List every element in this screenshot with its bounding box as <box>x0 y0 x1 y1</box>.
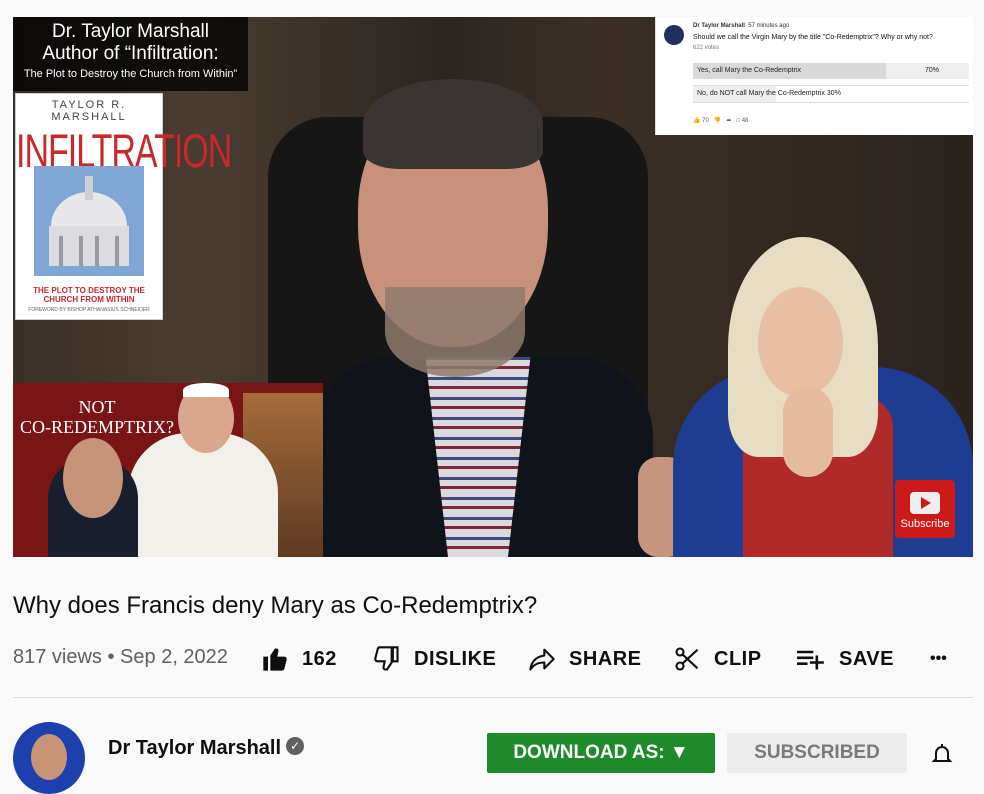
poll-option-no: No, do NOT call Mary the Co-Redemptrix 3… <box>693 85 969 103</box>
verified-badge-icon: ✓ <box>286 737 304 755</box>
channel-avatar-face <box>31 734 67 780</box>
presenter-beard <box>385 287 525 377</box>
pope-caption-line-2: CO-REDEMPTRIX? <box>20 417 174 437</box>
poll-time: 57 minutes ago <box>748 23 790 29</box>
poll-meta: Dr Taylor Marshall 57 minutes ago <box>693 23 789 29</box>
download-as-button[interactable]: DOWNLOAD AS: ▼ <box>487 733 715 773</box>
save-label: SAVE <box>839 647 894 670</box>
subscribe-watermark-label: Subscribe <box>900 518 950 530</box>
poll-option-yes: Yes, call Mary the Co-Redemptrix 70% <box>693 63 969 79</box>
video-title: Why does Francis deny Mary as Co-Redempt… <box>13 592 538 619</box>
inset-presenter-head <box>63 438 123 518</box>
scissors-icon <box>675 647 699 671</box>
channel-avatar[interactable] <box>13 722 85 794</box>
poll-avatar <box>664 25 684 45</box>
poll-comment-icon: □ <box>736 118 741 124</box>
like-button[interactable]: 162 <box>260 644 337 674</box>
book-author: TAYLOR R. MARSHALL <box>51 99 127 123</box>
poll-option-no-label: No, do NOT call Mary the Co-Redemptrix 3… <box>697 90 841 97</box>
promo-line-3: The Plot to Destroy the Church from With… <box>23 68 238 80</box>
poll-option-no-percent: 30% <box>826 90 841 97</box>
poll-like-icon: 👍 <box>693 118 701 124</box>
pope-caption: NOT CO-REDEMPTRIX? <box>17 397 177 437</box>
clip-label: CLIP <box>714 647 762 670</box>
pope-zucchetto <box>183 383 229 397</box>
poll-dislike-icon: 👎 <box>713 118 722 124</box>
book-foreword: FOREWORD BY BISHOP ATHANASIUS SCHNEIDER <box>28 307 150 313</box>
pope-inset: NOT CO-REDEMPTRIX? <box>13 383 323 557</box>
book-cover: TAYLOR R. MARSHALL INFILTRATION THE PLOT… <box>15 93 232 320</box>
play-icon <box>910 492 940 514</box>
subscribed-button[interactable]: SUBSCRIBED <box>727 733 907 773</box>
video-player[interactable]: Dr. Taylor Marshall Author of “Infiltrat… <box>13 17 973 557</box>
poll-question: Should we call the Virgin Mary by the ti… <box>693 34 933 41</box>
poll-share-icon: ➦ <box>726 118 732 124</box>
community-poll: Dr Taylor Marshall 57 minutes ago Should… <box>655 17 973 135</box>
share-icon <box>529 648 555 671</box>
clip-button[interactable]: CLIP <box>672 644 762 674</box>
like-count: 162 <box>302 647 337 670</box>
more-icon: ••• <box>930 650 947 667</box>
poll-option-yes-percent: 70% <box>924 67 939 74</box>
poll-comment-count: 48 <box>741 118 749 124</box>
pope-caption-line-1: NOT <box>78 397 116 417</box>
promo-line-1: Dr. Taylor Marshall <box>52 21 209 42</box>
channel-name[interactable]: Dr Taylor Marshall <box>108 737 281 760</box>
dislike-label: DISLIKE <box>414 647 497 670</box>
presenter-hair <box>363 79 543 169</box>
bell-icon[interactable] <box>930 742 954 766</box>
video-meta: 817 views • Sep 2, 2022 <box>13 646 228 668</box>
poll-option-yes-label: Yes, call Mary the Co-Redemptrix <box>697 67 802 74</box>
thumbs-up-icon <box>263 648 287 671</box>
playlist-add-icon <box>797 650 824 670</box>
more-actions-button[interactable]: ••• <box>930 644 947 674</box>
basilica-dome-image <box>34 166 144 276</box>
dislike-button[interactable]: DISLIKE <box>372 644 496 674</box>
poll-votes: 622 votes <box>693 45 720 51</box>
poll-option-no-text: No, do NOT call Mary the Co-Redemptrix <box>697 90 825 97</box>
subscribe-watermark[interactable]: Subscribe <box>895 480 955 538</box>
divider <box>13 697 973 698</box>
poll-author: Dr Taylor Marshall <box>693 23 745 29</box>
poll-actions: 👍 70 👎 ➦ □ 48 <box>693 117 748 124</box>
mary-face <box>758 287 843 397</box>
mary-praying-hands <box>783 387 833 477</box>
share-label: SHARE <box>569 647 642 670</box>
share-button[interactable]: SHARE <box>527 644 642 674</box>
save-button[interactable]: SAVE <box>795 644 894 674</box>
poll-like-count: 70 <box>702 118 709 124</box>
thumbs-down-icon <box>374 646 399 671</box>
promo-line-2: Author of “Infiltration: <box>42 43 219 64</box>
book-subtitle: THE PLOT TO DESTROY THE CHURCH FROM WITH… <box>33 286 145 304</box>
promo-banner: Dr. Taylor Marshall Author of “Infiltrat… <box>13 17 248 91</box>
